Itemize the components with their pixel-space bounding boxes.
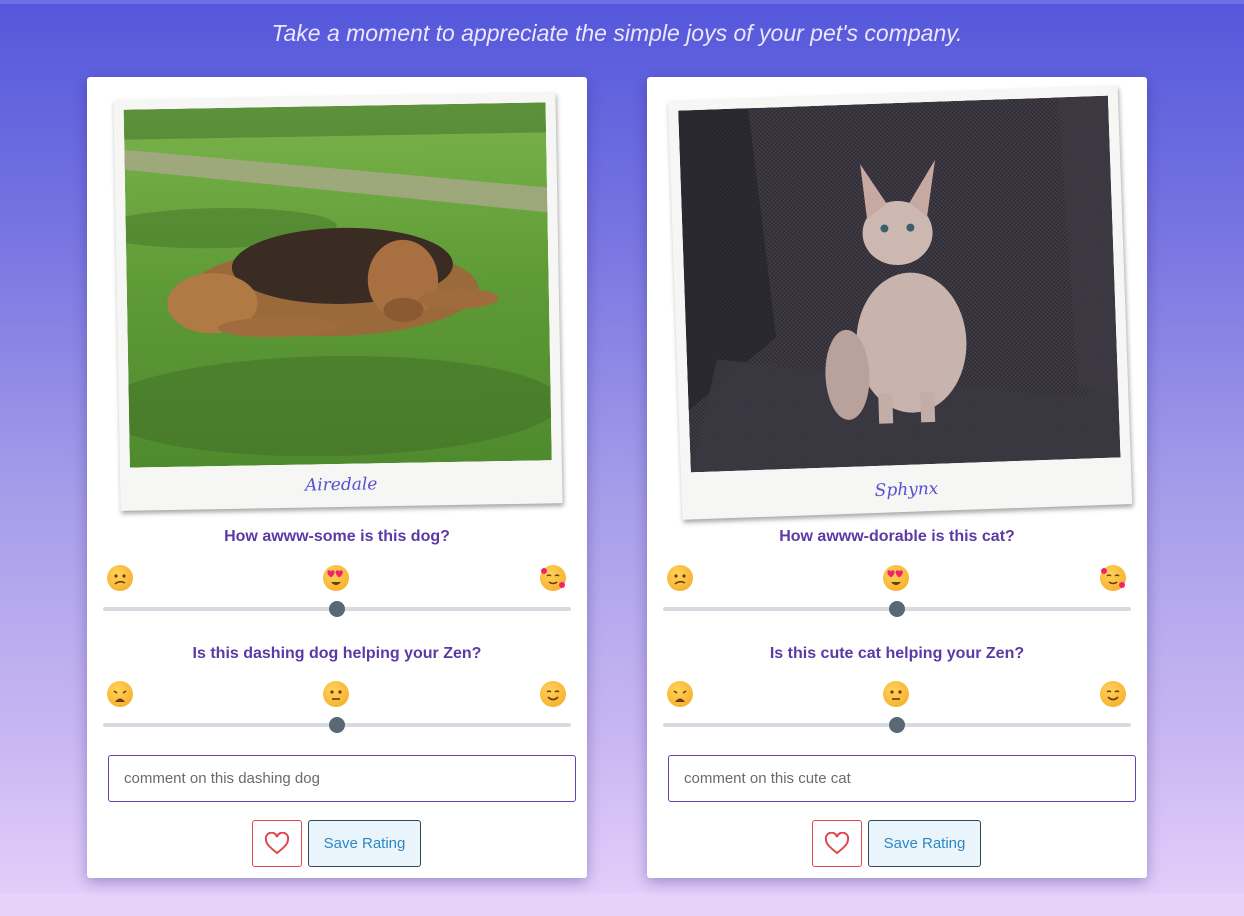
cat-photo [678,95,1121,473]
slider-thumb[interactable] [329,601,345,617]
bottom-strip [0,893,1244,916]
favorite-button[interactable] [252,820,302,867]
neutral-face-icon [883,681,909,707]
rating-question: How awww-dorable is this cat? [779,528,1015,545]
confused-face-icon [667,565,693,591]
rating-slider[interactable] [103,601,571,617]
heart-eyes-face-icon [323,565,349,591]
top-strip [0,0,1244,4]
slider-thumb[interactable] [889,601,905,617]
zen-slider[interactable] [103,717,571,733]
smiling-face-with-hearts-icon [1100,565,1126,591]
favorite-button[interactable] [812,820,862,867]
pet-card-dog: Airedale How awww-some is this dog? Is t… [87,77,587,878]
page-tagline: Take a moment to appreciate the simple j… [271,20,963,46]
slider-thumb[interactable] [889,717,905,733]
heart-icon [824,831,850,854]
pet-caption: Airedale [304,474,378,496]
zen-slider[interactable] [663,717,1131,733]
save-rating-button[interactable]: Save Rating [868,820,981,867]
smiling-face-icon [540,681,566,707]
comment-input[interactable] [108,755,576,802]
smiling-face-with-hearts-icon [540,565,566,591]
save-rating-button[interactable]: Save Rating [308,820,421,867]
pet-caption: Sphynx [874,478,939,501]
polaroid-frame: Airedale [113,92,563,511]
comment-input[interactable] [668,755,1136,802]
slider-thumb[interactable] [329,717,345,733]
weary-face-icon [107,681,133,707]
smiling-face-icon [1100,681,1126,707]
confused-face-icon [107,565,133,591]
dog-photo [123,102,552,468]
heart-eyes-face-icon [883,565,909,591]
rating-slider[interactable] [663,601,1131,617]
zen-question: Is this cute cat helping your Zen? [769,645,1025,662]
weary-face-icon [667,681,693,707]
pet-card-cat: Sphynx How awww-dorable is this cat? Is … [647,77,1147,878]
heart-icon [264,831,290,854]
zen-question: Is this dashing dog helping your Zen? [192,645,482,662]
neutral-face-icon [323,681,349,707]
rating-question: How awww-some is this dog? [224,528,450,545]
polaroid-frame: Sphynx [667,85,1133,520]
